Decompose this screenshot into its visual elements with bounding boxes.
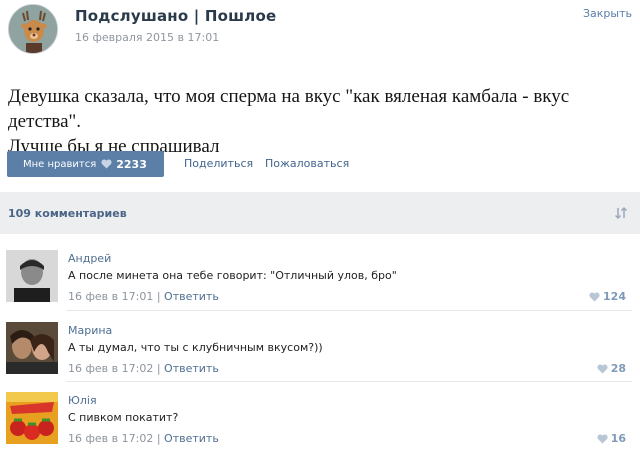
comment-avatar[interactable]	[6, 250, 58, 302]
report-link[interactable]: Пожаловаться	[265, 157, 349, 170]
comment-author[interactable]: Андрей	[68, 252, 111, 265]
comment-text: А после минета она тебе говорит: "Отличн…	[68, 269, 397, 282]
comment-like-count: 124	[603, 290, 626, 303]
meta-separator: |	[156, 290, 161, 303]
comment-text: А ты думал, что ты с клубничным вкусом?)…	[68, 341, 323, 354]
comment-date[interactable]: 16 фев в 17:02	[68, 362, 153, 375]
comment-meta: 16 фев в 17:02 | Ответить	[68, 362, 219, 375]
comment-author[interactable]: Юлія	[68, 394, 97, 407]
comment-author[interactable]: Марина	[68, 324, 112, 337]
avatar-photo-bw	[6, 250, 58, 302]
comment-item: Юлія С пивком покатит? 16 фев в 17:02 | …	[0, 392, 640, 458]
comment-avatar[interactable]	[6, 322, 58, 374]
comment-like-count: 28	[610, 362, 626, 375]
sort-icon[interactable]	[614, 205, 628, 224]
deer-avatar-image	[9, 5, 57, 53]
group-name[interactable]: Подслушано | Пошлое	[75, 7, 276, 25]
post-actions: Мне нравится 2233 Поделиться Пожаловатьс…	[0, 151, 640, 177]
heart-icon	[597, 433, 608, 443]
comment-avatar[interactable]	[6, 392, 58, 444]
reply-link[interactable]: Ответить	[164, 290, 219, 303]
share-link[interactable]: Поделиться	[184, 157, 253, 170]
comments-bar: 109 комментариев	[0, 192, 640, 234]
like-count: 2233	[116, 157, 147, 171]
comment-meta: 16 фев в 17:01 | Ответить	[68, 290, 219, 303]
post-text-line-1: Девушка сказала, что моя сперма на вкус …	[8, 86, 570, 132]
comment-like-count: 16	[610, 432, 626, 445]
comment-item: Марина А ты думал, что ты с клубничным в…	[0, 322, 640, 394]
comment-text: С пивком покатит?	[68, 411, 179, 424]
comment-like-button[interactable]: 28	[597, 362, 626, 375]
heart-icon	[589, 291, 600, 301]
comment-like-button[interactable]: 16	[597, 432, 626, 445]
heart-icon	[597, 363, 608, 373]
post-text: Девушка сказала, что моя сперма на вкус …	[8, 84, 632, 159]
reply-link[interactable]: Ответить	[164, 432, 219, 445]
post-date[interactable]: 16 февраля 2015 в 17:01	[75, 31, 219, 44]
avatar-photo-strawberries	[6, 392, 58, 444]
meta-separator: |	[156, 432, 161, 445]
close-link[interactable]: Закрыть	[583, 7, 632, 20]
comment-date[interactable]: 16 фев в 17:01	[68, 290, 153, 303]
avatar-photo-couple	[6, 322, 58, 374]
heart-icon	[101, 159, 112, 169]
like-label: Мне нравится	[23, 158, 97, 170]
comment-meta: 16 фев в 17:02 | Ответить	[68, 432, 219, 445]
comments-count[interactable]: 109 комментариев	[8, 207, 127, 220]
comment-item: Андрей А после минета она тебе говорит: …	[0, 250, 640, 322]
reply-link[interactable]: Ответить	[164, 362, 219, 375]
meta-separator: |	[156, 362, 161, 375]
comment-divider	[66, 310, 632, 311]
like-button[interactable]: Мне нравится 2233	[7, 151, 164, 177]
comment-date[interactable]: 16 фев в 17:02	[68, 432, 153, 445]
group-avatar[interactable]	[8, 4, 58, 54]
comment-divider	[66, 381, 632, 382]
post-header: Подслушано | Пошлое 16 февраля 2015 в 17…	[0, 0, 640, 64]
comment-like-button[interactable]: 124	[589, 290, 626, 303]
